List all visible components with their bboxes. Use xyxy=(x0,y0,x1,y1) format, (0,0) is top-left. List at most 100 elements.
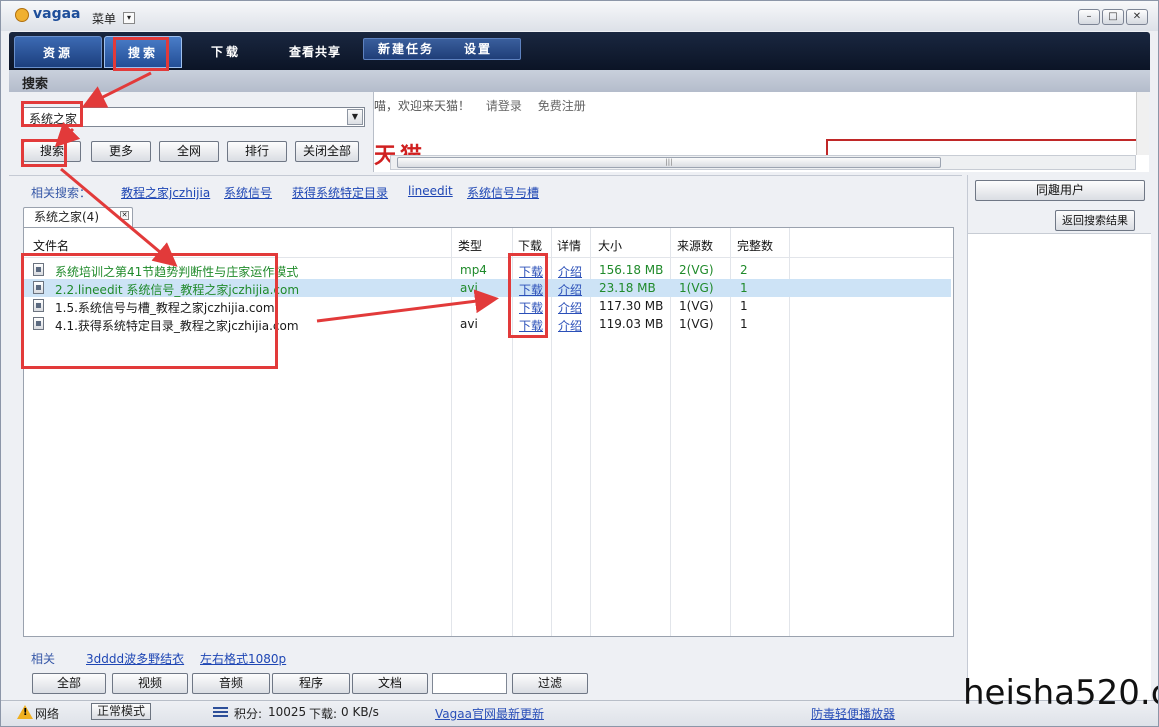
warning-icon xyxy=(17,705,33,719)
more-button[interactable]: 更多 xyxy=(91,141,151,162)
related-link[interactable]: lineedit xyxy=(408,184,453,198)
similar-users-list xyxy=(968,233,1151,700)
back-to-results-button[interactable]: 返回搜索结果 xyxy=(1055,210,1135,231)
filter-document-button[interactable]: 文档 xyxy=(352,673,428,694)
ranking-button[interactable]: 排行 xyxy=(227,141,287,162)
points-value: 10025 xyxy=(268,705,307,719)
close-all-button[interactable]: 关闭全部 xyxy=(295,141,359,162)
app-logo-text: vagaa xyxy=(33,6,81,22)
related-label: 相关搜索： xyxy=(31,186,92,200)
minimize-button[interactable]: – xyxy=(1078,9,1100,25)
table-row[interactable]: 4.1.获得系统特定目录_教程之家jczhijia.com avi 下载 介绍 119.… xyxy=(24,315,951,333)
login-link[interactable]: 请登录 xyxy=(486,99,522,113)
cell-type: avi xyxy=(460,317,478,331)
similar-users-button[interactable]: 同趣用户 xyxy=(975,180,1145,201)
col-type[interactable]: 类型 xyxy=(458,237,482,254)
banner-greeting-row: 喵，欢迎来天猫！ 请登录 免费注册 xyxy=(374,97,586,114)
cell-complete: 1 xyxy=(740,317,748,331)
filter-video-button[interactable]: 视频 xyxy=(112,673,188,694)
col-detail[interactable]: 详情 xyxy=(557,237,581,254)
banner-horizontal-scrollbar[interactable]: ||| xyxy=(390,155,1136,170)
filter-input[interactable] xyxy=(432,673,507,694)
points-label: 积分: xyxy=(234,707,263,721)
cell-sources: 1(VG) xyxy=(679,317,714,331)
related-link[interactable]: 教程之家jczhijia xyxy=(121,184,210,201)
video-file-icon xyxy=(33,317,44,330)
cell-complete: 1 xyxy=(740,299,748,313)
bottom-related-label: 相关 xyxy=(31,652,56,666)
network-status: 网络 xyxy=(35,707,60,721)
result-tab[interactable]: 系统之家(4) ✕ xyxy=(23,207,133,227)
related-link[interactable]: 获得系统特定目录 xyxy=(292,184,388,201)
cell-complete: 2 xyxy=(740,263,748,277)
banner-vertical-scrollbar[interactable] xyxy=(1136,92,1149,155)
table-row[interactable]: 1.5.系统信号与槽_教程之家jczhijia.com 下载 介绍 117.30 MB… xyxy=(24,297,951,315)
table-header: 文件名 类型 下载 详情 大小 来源数 完整数 xyxy=(24,228,953,258)
menu-dropdown-icon[interactable]: ▾ xyxy=(123,12,135,24)
download-link[interactable]: 下载 xyxy=(519,299,543,316)
cell-size: 156.18 MB xyxy=(599,263,664,277)
filter-audio-button[interactable]: 音频 xyxy=(192,673,270,694)
cell-sources: 2(VG) xyxy=(679,263,714,277)
dropdown-arrow-icon[interactable]: ▼ xyxy=(347,109,363,125)
mode-button[interactable]: 正常模式 xyxy=(91,703,151,720)
search-input[interactable]: 系统之家 xyxy=(29,110,77,127)
search-panel: 系统之家 ▼ 搜索 更多 全网 排行 关闭全部 xyxy=(9,92,371,172)
maximize-button[interactable]: □ xyxy=(1102,9,1124,25)
new-task-button[interactable]: 新建任务 xyxy=(378,39,434,59)
search-combo[interactable]: 系统之家 ▼ xyxy=(23,107,365,127)
watermark-text: heisha520.com xyxy=(963,673,1158,713)
vagaa-logo-icon xyxy=(15,8,29,22)
related-link[interactable]: 左右格式1080p xyxy=(200,650,286,667)
web-banner: 喵，欢迎来天猫！ 请登录 免费注册 天猫 ||| xyxy=(373,92,1149,172)
scrollbar-thumb[interactable]: ||| xyxy=(397,157,941,168)
result-tab-label: 系统之家(4) xyxy=(34,210,99,224)
download-link[interactable]: 下载 xyxy=(519,281,543,298)
related-searches: 相关搜索： 教程之家jczhijia 系统信号 获得系统特定目录 lineedi… xyxy=(9,176,962,204)
download-link[interactable]: 下载 xyxy=(519,317,543,334)
file-name: 2.2.lineedit 系统信号_教程之家jczhijia.com xyxy=(55,283,300,297)
video-file-icon xyxy=(33,299,44,312)
tab-resources[interactable]: 资源 xyxy=(14,36,102,68)
table-row[interactable]: 系统培训之第41节趋势判断性与庄家运作模式 mp4 下载 介绍 156.18 MB 2(V… xyxy=(24,261,951,279)
section-header: 搜索 xyxy=(9,70,1150,92)
register-link[interactable]: 免费注册 xyxy=(538,99,586,113)
file-name: 1.5.系统信号与槽_教程之家jczhijia.com xyxy=(55,301,275,315)
table-row[interactable]: 2.2.lineedit 系统信号_教程之家jczhijia.com avi 下载介… xyxy=(24,279,951,297)
col-sources[interactable]: 来源数 xyxy=(677,237,713,254)
detail-link[interactable]: 介绍 xyxy=(558,263,582,280)
update-link[interactable]: Vagaa官网最新更新 xyxy=(435,705,544,722)
col-filename[interactable]: 文件名 xyxy=(33,237,69,254)
detail-link[interactable]: 介绍 xyxy=(558,281,582,298)
tab-search[interactable]: 搜索 xyxy=(104,36,182,68)
close-button[interactable]: ✕ xyxy=(1126,9,1148,25)
filter-button[interactable]: 过滤 xyxy=(512,673,588,694)
filter-bar: 全部 视频 音频 程序 文档 过滤 xyxy=(9,673,962,697)
app-window: vagaa 菜单 ▾ – □ ✕ 资源 搜索 下载 查看共享 新建任务 设置 搜… xyxy=(0,0,1159,727)
title-bar: vagaa 菜单 ▾ – □ ✕ xyxy=(1,1,1158,31)
filter-program-button[interactable]: 程序 xyxy=(272,673,350,694)
menu-button[interactable]: 菜单 xyxy=(92,10,116,27)
detail-link[interactable]: 介绍 xyxy=(558,317,582,334)
player-link[interactable]: 防毒轻便播放器 xyxy=(811,705,895,722)
whole-net-button[interactable]: 全网 xyxy=(159,141,219,162)
col-download[interactable]: 下载 xyxy=(518,237,542,254)
section-title: 搜索 xyxy=(22,77,49,92)
file-name: 4.1.获得系统特定目录_教程之家jczhijia.com xyxy=(55,319,299,333)
filter-all-button[interactable]: 全部 xyxy=(32,673,106,694)
detail-link[interactable]: 介绍 xyxy=(558,299,582,316)
download-label: 下载: xyxy=(309,707,338,721)
download-link[interactable]: 下载 xyxy=(519,263,543,280)
settings-button[interactable]: 设置 xyxy=(464,39,492,59)
related-link[interactable]: 系统信号与槽 xyxy=(467,184,539,201)
tab-view-shares[interactable]: 查看共享 xyxy=(275,36,355,68)
search-button[interactable]: 搜索 xyxy=(23,141,81,162)
tab-download[interactable]: 下载 xyxy=(191,36,261,68)
related-link[interactable]: 系统信号 xyxy=(224,184,272,201)
related-link[interactable]: 3dddd波多野结衣 xyxy=(86,650,184,667)
col-complete[interactable]: 完整数 xyxy=(737,237,773,254)
stats-icon xyxy=(213,707,228,717)
video-file-icon xyxy=(33,281,44,294)
close-tab-icon[interactable]: ✕ xyxy=(120,211,129,220)
col-size[interactable]: 大小 xyxy=(598,237,622,254)
